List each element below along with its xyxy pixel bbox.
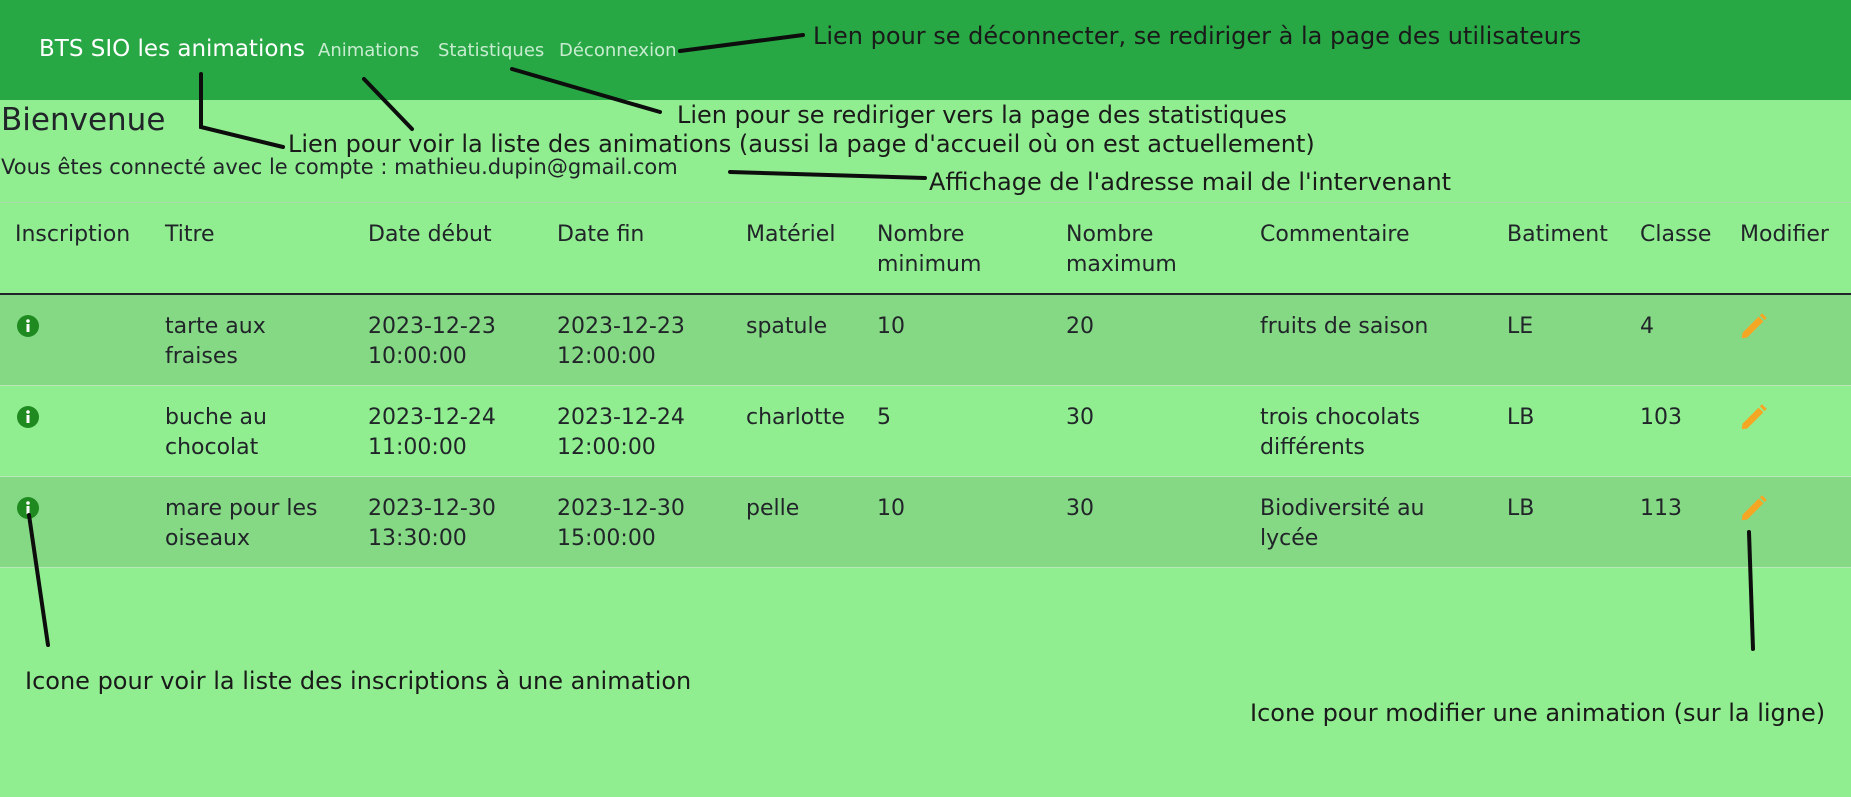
- header-date-debut: Date début: [368, 222, 492, 247]
- cell-date-debut: 2023-12-23 10:00:00: [368, 314, 496, 369]
- cell-nb-max: 20: [1066, 314, 1094, 339]
- cell-nb-max: 30: [1066, 496, 1094, 521]
- cell-materiel: spatule: [746, 314, 828, 339]
- cell-titre: mare pour les oiseaux: [165, 496, 318, 551]
- nav-link-animations[interactable]: Animations: [318, 40, 419, 61]
- cell-commentaire: Biodiversité au lycée: [1260, 496, 1425, 551]
- header-nombre-minimum: Nombre minimum: [877, 222, 982, 277]
- nav-link-statistiques[interactable]: Statistiques: [438, 40, 544, 61]
- cell-titre: tarte aux fraises: [165, 314, 266, 369]
- brand[interactable]: BTS SIO les animations: [39, 36, 305, 62]
- cell-commentaire: fruits de saison: [1260, 314, 1429, 339]
- cell-nb-max: 30: [1066, 405, 1094, 430]
- cell-nb-min: 5: [877, 405, 891, 430]
- info-circle-icon[interactable]: [16, 496, 40, 520]
- header-titre: Titre: [165, 222, 215, 247]
- annotation-inscriptions: Icone pour voir la liste des inscription…: [25, 667, 692, 695]
- table-row: mare pour les oiseaux 2023-12-30 13:30:0…: [0, 477, 1851, 568]
- cell-date-debut: 2023-12-24 11:00:00: [368, 405, 496, 460]
- annotation-logout: Lien pour se déconnecter, se rediriger à…: [813, 22, 1582, 50]
- cell-date-debut: 2023-12-30 13:30:00: [368, 496, 496, 551]
- welcome-title: Bienvenue: [1, 102, 166, 138]
- cell-materiel: charlotte: [746, 405, 845, 430]
- info-circle-icon[interactable]: [16, 314, 40, 338]
- cell-batiment: LB: [1507, 405, 1535, 430]
- annotation-email: Affichage de l'adresse mail de l'interve…: [929, 168, 1452, 196]
- cell-commentaire: trois chocolats différents: [1260, 405, 1420, 460]
- nav-link-deconnexion[interactable]: Déconnexion: [559, 40, 677, 61]
- cell-classe: 113: [1640, 496, 1682, 521]
- cell-nb-min: 10: [877, 314, 905, 339]
- cell-date-fin: 2023-12-30 15:00:00: [557, 496, 685, 551]
- cell-date-fin: 2023-12-23 12:00:00: [557, 314, 685, 369]
- header-nombre-maximum: Nombre maximum: [1066, 222, 1177, 277]
- annotation-animations: Lien pour voir la liste des animations (…: [288, 130, 1315, 158]
- cell-classe: 4: [1640, 314, 1654, 339]
- header-commentaire: Commentaire: [1260, 222, 1410, 247]
- cell-nb-min: 10: [877, 496, 905, 521]
- cell-titre: buche au chocolat: [165, 405, 267, 460]
- navbar: BTS SIO les animations Animations Statis…: [0, 0, 1851, 100]
- pencil-icon[interactable]: [1738, 403, 1768, 433]
- cell-date-fin: 2023-12-24 12:00:00: [557, 405, 685, 460]
- cell-materiel: pelle: [746, 496, 800, 521]
- pencil-icon[interactable]: [1738, 494, 1768, 524]
- annotation-edit: Icone pour modifier une animation (sur l…: [1250, 699, 1826, 727]
- header-modifier: Modifier: [1740, 222, 1829, 247]
- header-batiment: Batiment: [1507, 222, 1608, 247]
- cell-batiment: LE: [1507, 314, 1534, 339]
- header-date-fin: Date fin: [557, 222, 645, 247]
- table-header: Inscription Titre Date début Date fin Ma…: [0, 202, 1851, 295]
- header-inscription: Inscription: [15, 222, 131, 247]
- table-row: tarte aux fraises 2023-12-23 10:00:00 20…: [0, 295, 1851, 386]
- info-circle-icon[interactable]: [16, 405, 40, 429]
- cell-classe: 103: [1640, 405, 1682, 430]
- account-info: Vous êtes connecté avec le compte : math…: [1, 155, 678, 179]
- cell-batiment: LB: [1507, 496, 1535, 521]
- line-email: [728, 170, 927, 180]
- pencil-icon[interactable]: [1738, 312, 1768, 342]
- annotation-stats: Lien pour se rediriger vers la page des …: [677, 101, 1287, 129]
- table-row: buche au chocolat 2023-12-24 11:00:00 20…: [0, 386, 1851, 477]
- header-materiel: Matériel: [746, 222, 836, 247]
- header-classe: Classe: [1640, 222, 1712, 247]
- animations-table: Inscription Titre Date début Date fin Ma…: [0, 202, 1851, 568]
